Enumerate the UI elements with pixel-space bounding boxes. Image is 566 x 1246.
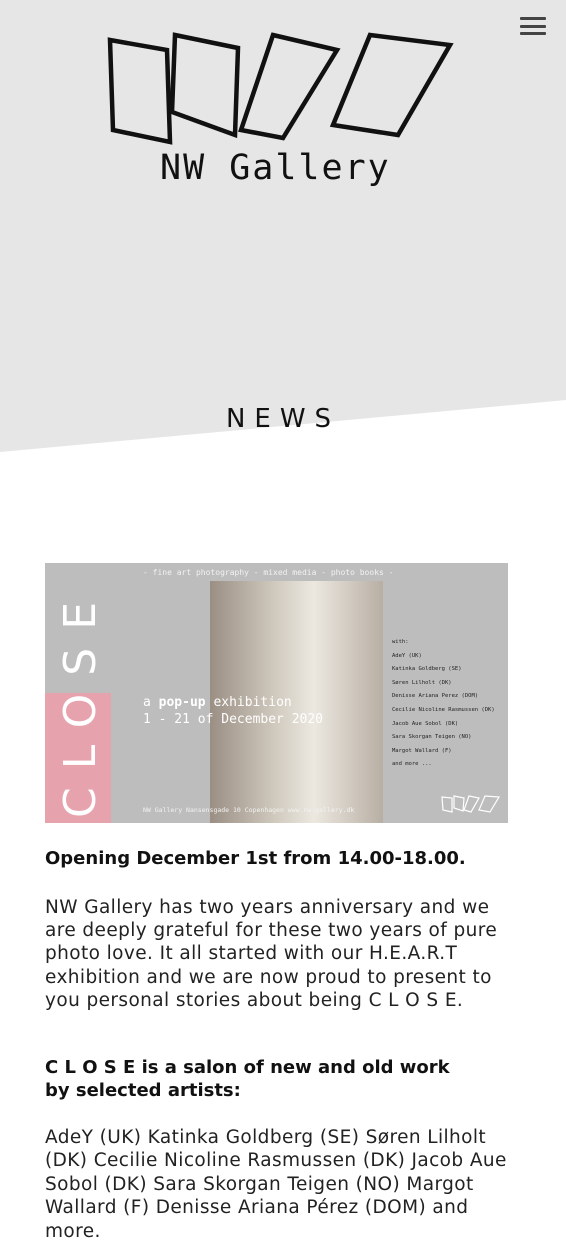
poster-artist: Søren Lilholt (DK)	[392, 679, 452, 686]
close-heading: C L O S E is a salon of new and old work…	[45, 1056, 515, 1102]
poster-artist: Sara Skorgan Teigen (NO)	[392, 734, 472, 741]
poster-artist: AdeY (UK)	[392, 652, 422, 659]
poster-top-line: - fine art photography - mixed media - p…	[143, 568, 394, 577]
intro-paragraph: NW Gallery has two years anniversary and…	[45, 897, 498, 1011]
poster-bottom-line: NW Gallery Nansensgade 10 Copenhagen www…	[143, 806, 355, 814]
poster-logo-icon	[441, 795, 501, 813]
page-title: NEWS	[225, 404, 341, 434]
menu-bar	[520, 17, 546, 20]
hamburger-menu-icon[interactable]	[520, 17, 546, 35]
poster-artist: Margot Wallard (F)	[392, 747, 452, 754]
poster-artist: Denisse Ariana Perez (DOM)	[392, 693, 479, 700]
popup-bold: pop-up	[158, 695, 206, 710]
artist-list-paragraph: AdeY (UK) Katinka Goldberg (SE) Søren Li…	[45, 1127, 507, 1242]
popup-prefix: a	[143, 695, 151, 710]
poster-artist: Cecilie Nicoline Rasmussen (DK)	[392, 706, 495, 713]
poster-vertical-title: CLOSE	[55, 584, 106, 818]
gallery-logo[interactable]: NW Gallery	[105, 30, 457, 192]
close-heading-line2: by selected artists:	[45, 1080, 241, 1101]
menu-bar	[520, 24, 546, 28]
popup-suffix: exhibition	[213, 695, 292, 710]
poster-artist: Katinka Goldberg (SE)	[392, 666, 462, 673]
brand-name: NW Gallery	[160, 148, 391, 188]
poster-artist: Jacob Aue Sobol (DK)	[392, 720, 459, 727]
menu-bar	[520, 32, 546, 35]
poster-artist-list: with: AdeY (UK) Katinka Goldberg (SE) Sø…	[392, 636, 504, 772]
exhibition-poster: CLOSE - fine art photography - mixed med…	[45, 563, 508, 823]
svg-text:CLOSE: CLOSE	[55, 584, 106, 818]
close-heading-line1: C L O S E is a salon of new and old work	[45, 1057, 450, 1078]
poster-artists-heading: with:	[392, 639, 409, 645]
popup-dates: 1 - 21 of December 2020	[143, 712, 324, 727]
poster-popup-text: a pop-up exhibition 1 - 21 of December 2…	[143, 694, 363, 728]
opening-info: Opening December 1st from 14.00-18.00.	[45, 848, 466, 869]
logo-mark-icon	[107, 32, 454, 145]
poster-artist: and more ...	[392, 761, 432, 768]
